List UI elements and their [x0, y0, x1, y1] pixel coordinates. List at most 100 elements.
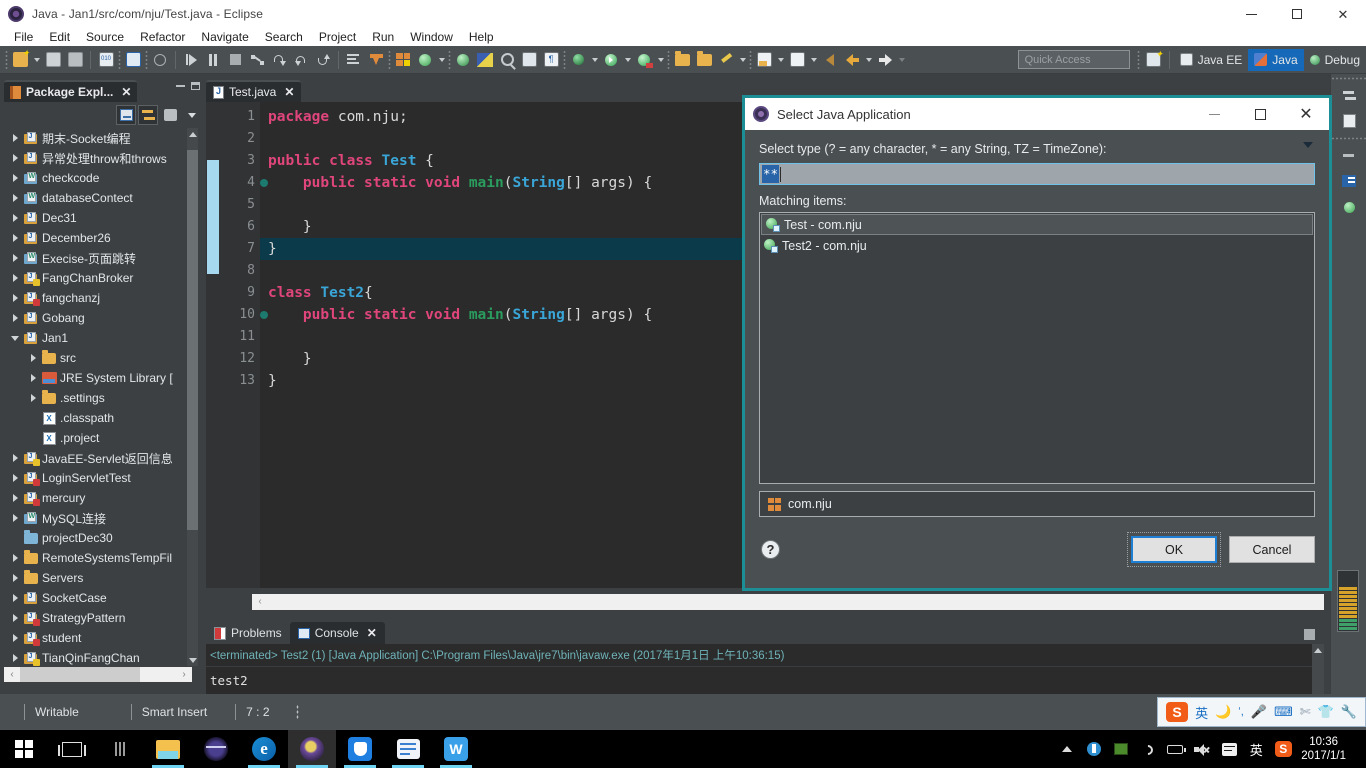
tree-item[interactable]: Wcheckcode — [4, 168, 192, 188]
java-perspective-icon[interactable] — [474, 49, 496, 71]
matching-item[interactable]: Test2 - com.nju — [760, 235, 1314, 256]
java-browsing-icon[interactable] — [1331, 194, 1366, 220]
eclipse-ide[interactable] — [288, 730, 336, 768]
menu-run[interactable]: Run — [364, 28, 402, 46]
edit-dropdown-icon[interactable] — [737, 49, 748, 71]
maximize-icon[interactable] — [191, 82, 200, 90]
package-explorer-tab[interactable]: Package Expl... ✕ — [4, 80, 138, 102]
file-explorer[interactable] — [144, 730, 192, 768]
tree-item[interactable]: RemoteSystemsTempFil — [4, 548, 192, 568]
expand-arrow-icon[interactable] — [8, 294, 22, 302]
tree-item[interactable]: WdatabaseContect — [4, 188, 192, 208]
step-return-icon[interactable] — [312, 49, 334, 71]
expand-arrow-icon[interactable] — [26, 354, 40, 362]
tree-item[interactable]: J Gobang — [4, 308, 192, 328]
back-dropdown-icon[interactable] — [863, 49, 874, 71]
new-class-icon[interactable] — [414, 49, 436, 71]
close-icon[interactable]: ✕ — [1283, 98, 1329, 130]
new-dropdown-icon[interactable] — [31, 49, 42, 71]
menu-edit[interactable]: Edit — [41, 28, 78, 46]
run-dropdown-icon[interactable] — [622, 49, 633, 71]
expand-arrow-icon[interactable] — [8, 134, 22, 142]
debug-icon[interactable] — [567, 49, 589, 71]
build-icon[interactable]: 010 — [95, 49, 117, 71]
perspective-debug[interactable]: Debug — [1304, 49, 1366, 71]
maximize-icon[interactable] — [1237, 98, 1283, 130]
notes-app[interactable] — [384, 730, 432, 768]
expand-arrow-icon[interactable] — [8, 594, 22, 602]
sogou-icon[interactable]: S — [1274, 740, 1292, 758]
tree-item[interactable]: J 异常处理throw和throws — [4, 148, 192, 168]
edge-browser[interactable]: e — [240, 730, 288, 768]
terminate-console-icon[interactable] — [1298, 623, 1320, 645]
expand-arrow-icon[interactable] — [8, 634, 22, 642]
battery-icon[interactable] — [1166, 740, 1187, 758]
tree-item[interactable]: W Execise-页面跳转 — [4, 248, 192, 268]
scroll-left-icon[interactable]: ‹ — [4, 669, 20, 680]
expand-arrow-icon[interactable] — [8, 234, 22, 242]
run-external-tools-icon[interactable] — [633, 49, 655, 71]
moon-icon[interactable]: 🌙 — [1215, 704, 1231, 720]
quick-access-input[interactable]: Quick Access — [1017, 50, 1130, 69]
fast-view-drag-handle-2[interactable] — [1331, 134, 1366, 142]
tree-item[interactable]: X .project — [4, 428, 192, 448]
minimize-icon[interactable] — [176, 85, 185, 87]
scroll-down-icon[interactable] — [187, 654, 198, 666]
restore-view-icon[interactable] — [1331, 82, 1366, 108]
back-icon[interactable] — [841, 49, 863, 71]
menu-refactor[interactable]: Refactor — [132, 28, 193, 46]
scroll-left-icon[interactable]: ‹ — [252, 594, 268, 610]
expand-arrow-icon[interactable] — [8, 174, 22, 182]
keyboard-icon[interactable]: ⌨ — [1274, 704, 1293, 720]
last-edit-icon[interactable] — [343, 49, 365, 71]
open-perspective-icon[interactable]: ✦ — [1143, 49, 1165, 71]
tree-horizontal-scrollbar[interactable]: ‹ › — [4, 667, 192, 682]
link-with-editor-icon[interactable] — [138, 105, 158, 125]
expand-arrow-icon[interactable] — [8, 654, 22, 662]
open-folder-icon[interactable] — [671, 49, 693, 71]
project-tree[interactable]: J 期末-Socket编程 J 异常处理throw和throws Wcheckcode W… — [4, 128, 192, 666]
menu-source[interactable]: Source — [78, 28, 132, 46]
expand-arrow-icon[interactable] — [26, 394, 40, 402]
status-bar-handle[interactable] — [295, 704, 300, 720]
scroll-up-icon[interactable] — [1312, 644, 1324, 656]
tab-problems[interactable]: Problems — [206, 622, 290, 644]
maximize-icon[interactable] — [1274, 0, 1320, 28]
open-task-icon[interactable] — [518, 49, 540, 71]
ok-button[interactable]: OK — [1131, 536, 1217, 563]
nvidia-icon[interactable] — [1112, 740, 1130, 758]
expand-arrow-icon[interactable] — [8, 274, 22, 282]
close-icon[interactable]: ✕ — [1320, 0, 1366, 28]
tree-item[interactable]: Jfangchanzj — [4, 288, 192, 308]
close-icon[interactable]: ✕ — [367, 626, 377, 640]
step-over-icon[interactable] — [290, 49, 312, 71]
wifi-icon[interactable] — [1139, 740, 1157, 758]
terminate-icon[interactable] — [224, 49, 246, 71]
expand-arrow-icon[interactable] — [8, 614, 22, 622]
scroll-right-icon[interactable]: › — [176, 669, 192, 680]
save-all-icon[interactable] — [64, 49, 86, 71]
tab-console[interactable]: Console ✕ — [289, 622, 385, 644]
screenshot-icon[interactable]: ✄ — [1300, 704, 1311, 720]
cancel-button[interactable]: Cancel — [1229, 536, 1315, 563]
expand-arrow-icon[interactable] — [8, 194, 22, 202]
comma-icon[interactable]: ʻ, — [1238, 706, 1244, 718]
forward-icon[interactable] — [874, 49, 896, 71]
tree-item[interactable]: J TianQinFangChan — [4, 648, 192, 666]
taskbar-clock[interactable]: 10:36 2017/1/1 — [1301, 735, 1358, 763]
perspective-java-ee[interactable]: Java EE — [1174, 49, 1249, 71]
tree-item[interactable]: J 期末-Socket编程 — [4, 128, 192, 148]
tree-item[interactable]: X .classpath — [4, 408, 192, 428]
h-scroll-thumb[interactable] — [20, 667, 140, 682]
next-annotation-icon[interactable] — [365, 49, 387, 71]
debug-dropdown-icon[interactable] — [589, 49, 600, 71]
tree-item[interactable]: J JavaEE-Servlet返回信息 — [4, 448, 192, 468]
tree-item[interactable]: src — [4, 348, 192, 368]
tree-item[interactable]: J SocketCase — [4, 588, 192, 608]
heap-status-indicator[interactable] — [1337, 570, 1359, 632]
cortana-search[interactable] — [96, 730, 144, 768]
start-button[interactable] — [0, 730, 48, 768]
expand-arrow-icon[interactable] — [8, 574, 22, 582]
back-history-icon[interactable] — [819, 49, 841, 71]
expand-arrow-icon[interactable] — [8, 454, 22, 462]
